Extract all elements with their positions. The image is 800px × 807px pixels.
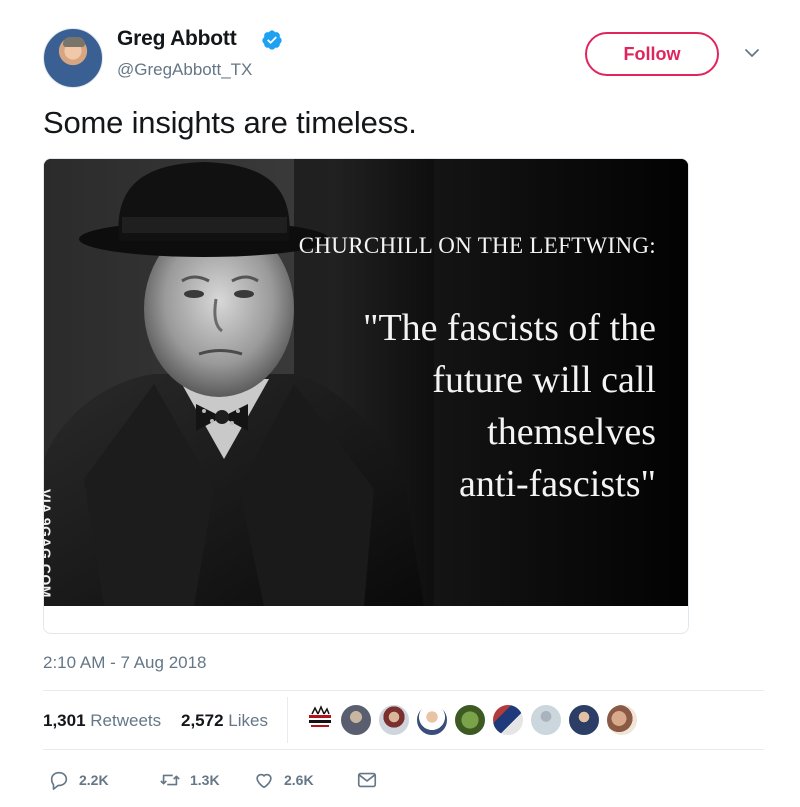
likes-stat[interactable]: 2,572 Likes [181, 711, 268, 731]
liker-avatar[interactable] [529, 703, 563, 737]
divider [287, 697, 288, 743]
retweet-icon [160, 774, 180, 786]
reply-action[interactable]: 2.2K [48, 769, 109, 791]
heart-icon [256, 773, 272, 789]
tweet-text: Some insights are timeless. [43, 105, 417, 140]
liker-avatar[interactable] [605, 703, 639, 737]
likes-count: 2,572 [181, 711, 224, 730]
retweet-action[interactable]: 1.3K [159, 769, 220, 791]
reply-count: 2.2K [79, 772, 109, 788]
liker-avatar[interactable] [453, 703, 487, 737]
like-count: 2.6K [284, 772, 314, 788]
meme-heading: CHURCHILL ON THE LEFTWING: [298, 233, 656, 258]
liker-avatar[interactable] [415, 703, 449, 737]
logo-icon [309, 705, 331, 727]
liker-avatar[interactable] [567, 703, 601, 737]
quote-line: anti-fascists" [458, 463, 656, 505]
retweets-count: 1,301 [43, 711, 86, 730]
reply-icon [50, 771, 68, 790]
tweet-timestamp[interactable]: 2:10 AM - 7 Aug 2018 [43, 653, 207, 673]
retweets-label: Retweets [90, 711, 162, 730]
retweets-stat[interactable]: 1,301 Retweets [43, 711, 161, 731]
retweet-count: 1.3K [190, 772, 220, 788]
follow-button[interactable]: Follow [585, 32, 719, 76]
quote-line: "The fascists of the [362, 307, 656, 349]
watermark-text: VIA 9GAG.COM [44, 489, 54, 598]
liker-avatar[interactable] [339, 703, 373, 737]
like-action[interactable]: 2.6K [253, 769, 314, 791]
quote-line: themselves [487, 411, 656, 453]
media-card[interactable]: VIA 9GAG.COM CHURCHILL ON THE LEFTWING: … [43, 158, 689, 634]
liker-avatar[interactable] [303, 703, 337, 737]
likes-label: Likes [228, 711, 268, 730]
chevron-down-icon[interactable] [744, 47, 760, 59]
meme-image[interactable]: VIA 9GAG.COM CHURCHILL ON THE LEFTWING: … [44, 159, 688, 606]
quote-line: future will call [432, 359, 656, 401]
author-handle[interactable]: @GregAbbott_TX [117, 60, 252, 80]
divider [43, 749, 764, 750]
liker-avatar[interactable] [377, 703, 411, 737]
author-avatar[interactable] [43, 28, 103, 88]
direct-message-icon [357, 772, 377, 788]
liker-avatar[interactable] [491, 703, 525, 737]
divider [43, 690, 764, 691]
author-display-name[interactable]: Greg Abbott [117, 27, 237, 51]
verified-badge-icon [262, 30, 282, 50]
direct-message-action[interactable] [356, 769, 378, 791]
